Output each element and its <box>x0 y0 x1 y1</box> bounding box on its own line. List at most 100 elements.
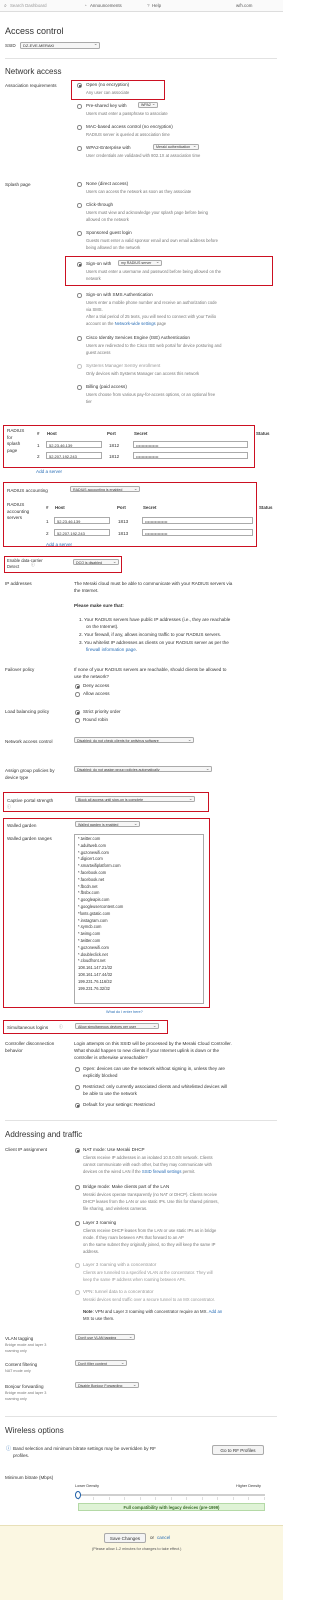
row-num: 2 <box>37 454 40 459</box>
radio-strict-priority[interactable] <box>75 710 80 715</box>
port-value[interactable]: 1812 <box>109 454 119 460</box>
option-title: be able to use the network <box>83 1091 137 1096</box>
radius-select[interactable]: my RADIUS server <box>118 259 162 266</box>
radio-allow-access[interactable] <box>75 692 80 697</box>
search-input[interactable]: Search Dashboard <box>10 3 47 9</box>
option-desc: Users can access the network as soon as … <box>86 189 192 194</box>
nac-select[interactable]: Disabled: do not check clients for antiv… <box>74 737 194 743</box>
info-icon[interactable]: ⓘ <box>59 1025 63 1030</box>
bitrate-slider-track[interactable] <box>78 1494 265 1496</box>
bonjour-sub: roaming only <box>5 1397 27 1401</box>
content-filtering-select[interactable]: Don't filter content <box>75 1360 127 1366</box>
accounting-servers-label: RADIUS accounting servers <box>7 502 29 522</box>
radio-splash-sms[interactable] <box>77 293 82 298</box>
firewall-info-link[interactable]: firewall information page <box>86 647 136 652</box>
radio-open[interactable] <box>77 83 82 88</box>
host-input[interactable]: 52.207.192.243 <box>46 452 102 459</box>
radius-accounting-select[interactable]: RADIUS accounting is enabled <box>70 486 140 492</box>
ssid-select[interactable]: DZ-EVE-MERAKI <box>20 41 100 49</box>
range-item: *.facebook.net <box>78 876 105 882</box>
ssid-firewall-link[interactable]: SSID firewall settings <box>142 1169 182 1174</box>
radio-nat-mode[interactable] <box>75 1148 80 1153</box>
host-input[interactable]: 52.207.192.243 <box>54 529 110 536</box>
port-value[interactable]: 1812 <box>109 443 119 449</box>
info-icon[interactable]: ⓘ <box>31 563 35 568</box>
info-icon[interactable]: ⓘ <box>7 805 11 810</box>
bitrate-slider-handle[interactable] <box>75 1491 81 1499</box>
add-server-link[interactable]: Add a server <box>36 469 62 475</box>
option-title: Restricted: only currently associated cl… <box>83 1084 228 1089</box>
option-desc: Users must enter a username and password… <box>86 269 222 274</box>
col-status: Status <box>259 505 273 510</box>
content-filtering-label: Content filtering <box>5 1362 38 1367</box>
radio-disconnect-default[interactable] <box>75 1103 80 1108</box>
option-desc: cannot communicate with each other, but … <box>83 1162 212 1167</box>
help-menu[interactable]: Help <box>152 3 161 9</box>
radio-splash-ise[interactable] <box>77 336 82 341</box>
wireless-heading: Wireless options <box>5 1426 64 1435</box>
simultaneous-select[interactable]: Allow simultaneous devices per user <box>75 1023 159 1029</box>
radio-deny-access[interactable] <box>75 684 80 689</box>
bitrate-slider-ticks <box>78 1497 265 1500</box>
network-wide-settings-link[interactable]: Network-wide settings <box>115 321 156 326</box>
radio-splash-click[interactable] <box>77 203 82 208</box>
ip-item: 2. Your firewall, if any, allows incomin… <box>79 632 222 637</box>
option-title: Allow access <box>83 691 110 696</box>
add-mx-link[interactable]: Add an <box>209 1309 223 1314</box>
walled-ranges-textarea[interactable]: *.twitter.com *.adultweb.com *.gozonewif… <box>74 834 204 1004</box>
radio-bridge-mode[interactable] <box>75 1185 80 1190</box>
option-title: Round robin <box>83 717 109 722</box>
divider <box>5 1120 277 1121</box>
host-input[interactable]: 52.23.46.139 <box>46 441 102 448</box>
psk-select[interactable]: WPA2 <box>138 101 158 108</box>
option-title: Systems Manager Sentry enrollment <box>86 363 161 368</box>
enterprise-select[interactable]: Meraki authentication <box>153 143 199 150</box>
secret-input[interactable]: •••••••••••••••• <box>133 452 248 459</box>
secret-input[interactable]: •••••••••••••••• <box>142 529 253 536</box>
radio-round-robin[interactable] <box>75 718 80 723</box>
what-to-enter-link[interactable]: What do I enter here? <box>106 1010 143 1015</box>
search-icon[interactable]: ⌕ <box>4 3 7 10</box>
bonjour-select[interactable]: Disable Bonjour Forwarding <box>75 1382 139 1388</box>
failover-label: Failover policy <box>5 667 35 672</box>
walled-garden-select[interactable]: Walled garden is enabled <box>75 821 140 827</box>
radio-splash-sponsored[interactable] <box>77 231 82 236</box>
radio-splash-none[interactable] <box>77 182 82 187</box>
radio-layer3-roaming[interactable] <box>75 1221 80 1226</box>
network-access-heading: Network access <box>5 67 62 76</box>
radio-vpn[interactable] <box>75 1290 80 1295</box>
radio-splash-sm[interactable] <box>77 364 82 369</box>
announcements-menu[interactable]: Announcements <box>90 3 122 9</box>
secret-input[interactable]: •••••••••••••••• <box>133 441 248 448</box>
range-item: *fonts.gstatic.com <box>78 910 111 916</box>
radio-disconnect-open[interactable] <box>75 1067 80 1072</box>
vlan-tagging-select[interactable]: Don't use VLAN tagging <box>75 1334 135 1340</box>
cancel-link[interactable]: cancel <box>157 1535 170 1541</box>
captive-portal-select[interactable]: Block all access until sign-on is comple… <box>75 796 195 802</box>
range-item: *.adultweb.com <box>78 842 106 848</box>
radio-disconnect-restricted[interactable] <box>75 1085 80 1090</box>
host-input[interactable]: 52.23.46.139 <box>54 517 110 524</box>
secret-input[interactable]: •••••••••••••••• <box>142 517 253 524</box>
user-menu[interactable]: w/h.com <box>236 3 252 9</box>
option-desc: mode. If they roam between APs that forw… <box>83 1235 184 1240</box>
radio-splash-radius[interactable] <box>77 262 82 267</box>
row-num: 2 <box>46 531 49 536</box>
add-server-link[interactable]: Add a server <box>46 542 72 548</box>
option-desc-text: devices on the wired LAN if the <box>83 1169 141 1174</box>
radio-mac[interactable] <box>77 125 82 130</box>
range-item: *.cloudfront.net <box>78 958 106 964</box>
rf-profiles-button[interactable]: Go to RF Profiles <box>212 1445 264 1455</box>
port-value[interactable]: 1813 <box>118 519 128 525</box>
dcoa-select[interactable]: DCO is disabled <box>73 559 119 565</box>
group-policies-select[interactable]: Disabled: do not assign group policies a… <box>74 766 212 772</box>
range-item: *.googleusercontent.com <box>78 903 124 909</box>
radio-wpa2-enterprise[interactable] <box>77 146 82 151</box>
port-value[interactable]: 1813 <box>118 531 128 537</box>
radio-psk[interactable] <box>77 104 82 109</box>
radio-splash-billing[interactable] <box>77 385 82 390</box>
save-changes-button[interactable]: Save Changes <box>104 1533 146 1543</box>
make-sure-label: Please make sure that: <box>74 603 124 608</box>
ip-text: the Internet. <box>74 588 99 593</box>
radio-layer3-concentrator[interactable] <box>75 1263 80 1268</box>
